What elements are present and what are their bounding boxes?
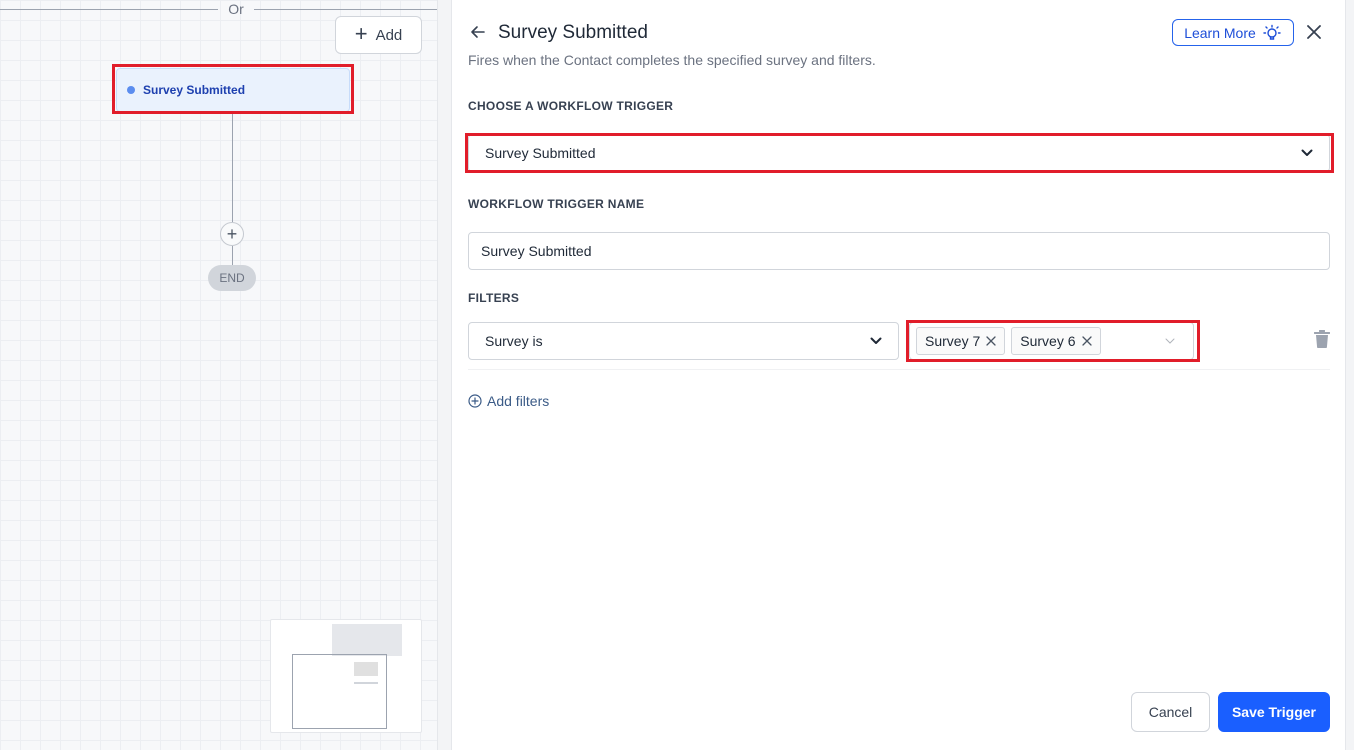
- x-icon[interactable]: [986, 336, 996, 346]
- delete-filter-button[interactable]: [1313, 329, 1331, 349]
- add-trigger-button[interactable]: + Add: [335, 16, 422, 54]
- close-button[interactable]: [1304, 22, 1324, 42]
- add-action-button[interactable]: +: [220, 222, 244, 246]
- connector-line: [232, 114, 233, 222]
- choose-trigger-label: CHOOSE A WORKFLOW TRIGGER: [468, 99, 674, 113]
- or-divider-left: [0, 9, 218, 10]
- learn-more-button[interactable]: Learn More: [1172, 19, 1294, 46]
- end-node: END: [208, 265, 256, 291]
- cancel-button[interactable]: Cancel: [1131, 692, 1210, 732]
- trigger-drawer: Survey Submitted Fires when the Contact …: [451, 0, 1346, 750]
- status-dot-icon: [127, 86, 135, 94]
- trigger-name-input[interactable]: [468, 232, 1330, 270]
- lightbulb-icon: [1263, 24, 1281, 40]
- plus-icon: +: [354, 21, 368, 46]
- survey-chip: Survey 6: [1011, 327, 1101, 355]
- or-divider-right: [254, 9, 437, 10]
- minimap[interactable]: [270, 619, 422, 733]
- x-icon[interactable]: [1081, 336, 1092, 346]
- workflow-canvas[interactable]: Or + Add Survey Submitted + END: [0, 0, 438, 750]
- connector-line-end: [232, 246, 233, 266]
- filters-label: FILTERS: [468, 291, 520, 305]
- filter-field-value: Survey is: [485, 333, 543, 349]
- chevron-down-icon: [1165, 338, 1175, 344]
- drawer-subtitle: Fires when the Contact completes the spe…: [468, 52, 876, 68]
- survey-multi-select[interactable]: Survey 7 Survey 6: [909, 322, 1194, 360]
- trigger-type-select[interactable]: Survey Submitted: [468, 134, 1330, 172]
- or-label: Or: [228, 1, 244, 17]
- chevron-down-icon: [1301, 149, 1313, 156]
- add-button-label: Add: [375, 26, 403, 44]
- trash-icon: [1314, 330, 1330, 348]
- plus-circle-icon: [468, 394, 482, 408]
- trigger-node-label: Survey Submitted: [143, 83, 246, 97]
- minimap-line: [354, 682, 378, 684]
- drawer-title: Survey Submitted: [498, 22, 648, 43]
- add-filters-label: Add filters: [487, 393, 550, 409]
- trigger-node-survey-submitted[interactable]: Survey Submitted: [116, 68, 350, 112]
- chevron-down-icon: [870, 337, 882, 344]
- close-icon: [1307, 25, 1321, 39]
- filter-field-select[interactable]: Survey is: [468, 322, 899, 360]
- save-trigger-button[interactable]: Save Trigger: [1218, 692, 1330, 732]
- chip-label: Survey 6: [1020, 333, 1076, 349]
- survey-chip: Survey 7: [916, 327, 1006, 355]
- trigger-name-label: WORKFLOW TRIGGER NAME: [468, 197, 645, 211]
- chip-label: Survey 7: [925, 333, 981, 349]
- arrow-left-icon: [471, 26, 485, 38]
- learn-more-label: Learn More: [1184, 24, 1256, 41]
- minimap-block: [332, 624, 402, 656]
- add-filters-link[interactable]: Add filters: [468, 393, 549, 409]
- back-button[interactable]: [468, 22, 488, 42]
- minimap-node: [354, 662, 378, 676]
- trigger-type-value: Survey Submitted: [485, 145, 596, 161]
